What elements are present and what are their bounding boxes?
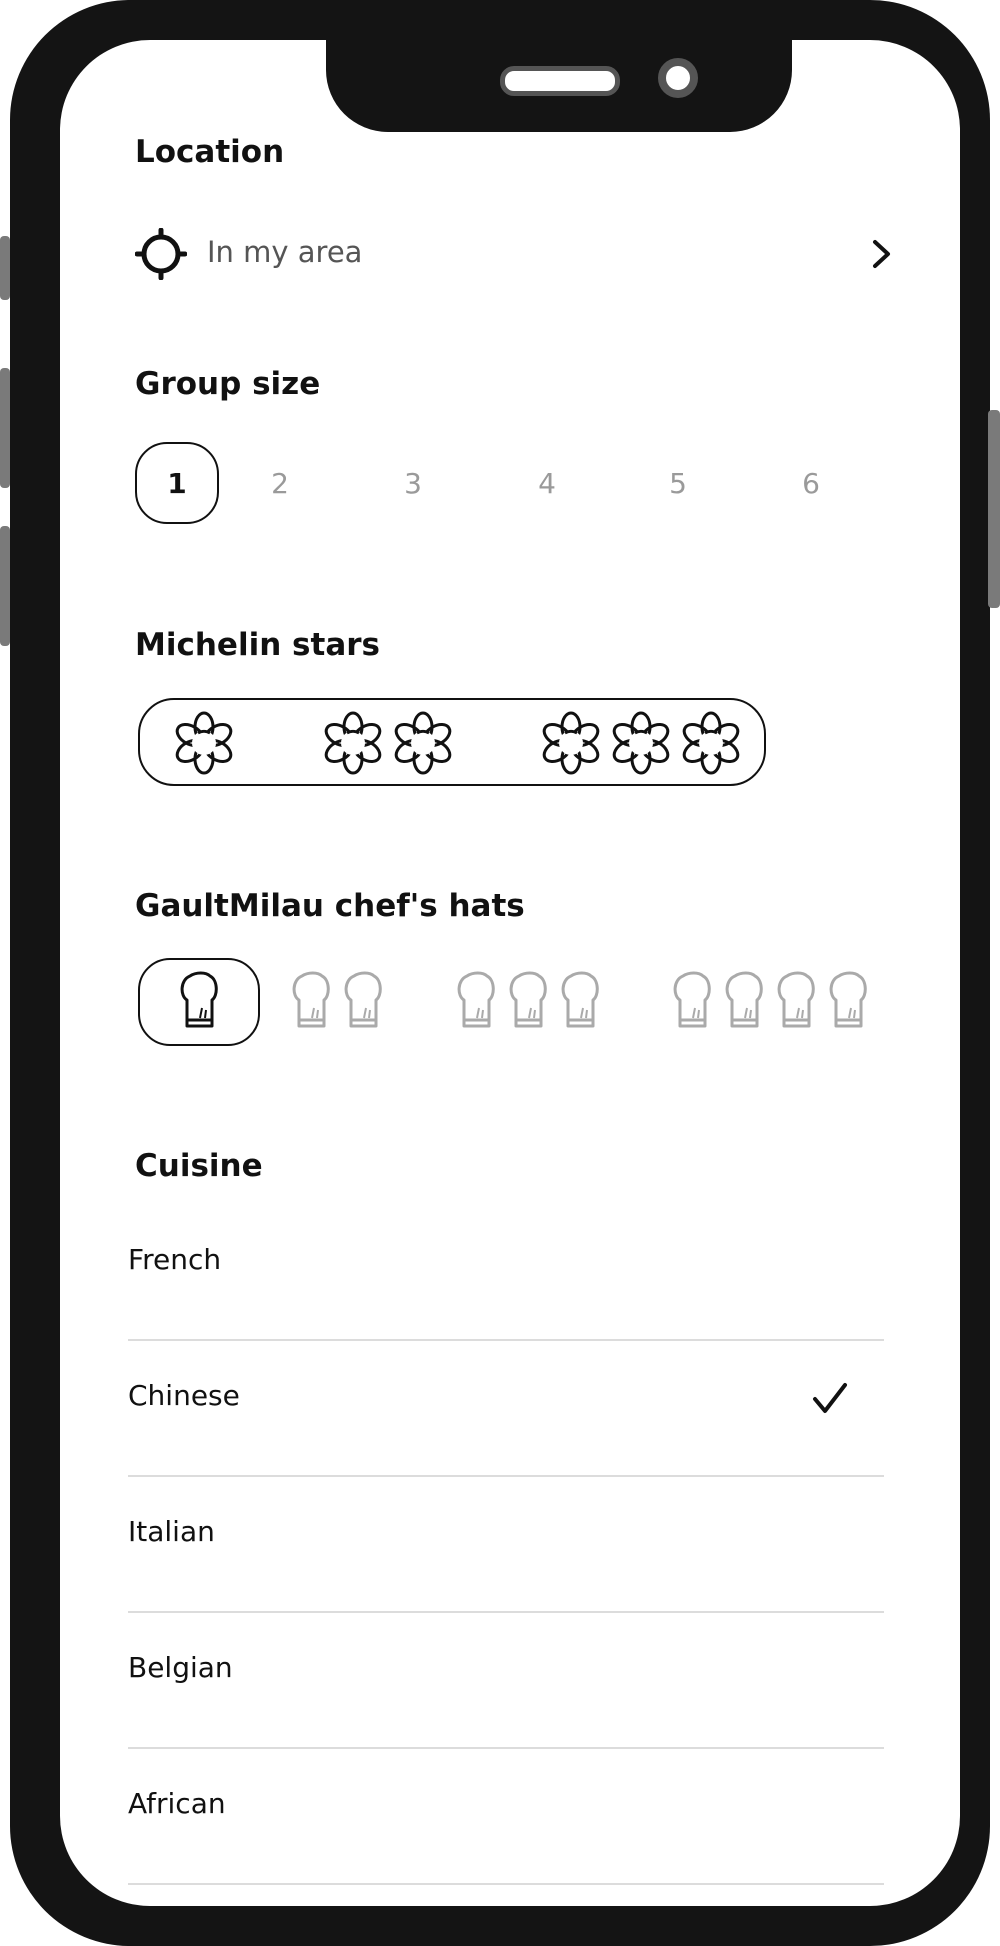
michelin-star-icon: [391, 711, 455, 775]
cuisine-label: Chinese: [128, 1379, 240, 1412]
cuisine-label: French: [128, 1243, 222, 1276]
chevron-right-icon: [873, 240, 890, 268]
michelin-star-icon: [609, 711, 673, 775]
group-size-option[interactable]: 5: [636, 442, 720, 524]
hats-option-2[interactable]: [284, 958, 390, 1046]
group-size-option[interactable]: 1: [135, 442, 219, 524]
chef-hat-icon: [344, 971, 382, 1028]
michelin-stars-selector: [138, 698, 766, 786]
michelin-option-2[interactable]: [320, 710, 456, 776]
cuisine-item-chinese[interactable]: Chinese: [128, 1341, 884, 1477]
location-selector[interactable]: In my area: [135, 218, 895, 288]
cuisine-item-italian[interactable]: Italian: [128, 1477, 884, 1613]
cuisine-label: African: [128, 1787, 226, 1820]
chef-hat-icon: [829, 971, 867, 1028]
chef-hat-icon: [292, 971, 330, 1028]
michelin-star-icon: [172, 711, 236, 775]
michelin-option-1[interactable]: [171, 710, 237, 776]
side-button: [0, 236, 10, 300]
chef-hat-icon: [561, 971, 599, 1028]
chef-hat-icon: [180, 971, 218, 1028]
group-size-option[interactable]: 6: [769, 442, 853, 524]
side-button: [0, 526, 10, 646]
chef-hat-icon: [457, 971, 495, 1028]
group-size-option[interactable]: 3: [371, 442, 455, 524]
chef-hats-selector: [138, 958, 898, 1048]
hats-option-3[interactable]: [450, 958, 606, 1046]
checkmark-icon: [813, 1383, 847, 1413]
screen: Location In my area Group size 1 2 3 4 5…: [60, 40, 960, 1906]
group-size-option[interactable]: 2: [238, 442, 322, 524]
cuisine-list: French Chinese Italian Belgian African: [128, 1243, 884, 1885]
side-button: [0, 368, 10, 488]
gaultmillau-heading: GaultMilau chef's hats: [135, 888, 525, 924]
michelin-star-icon: [321, 711, 385, 775]
location-value: In my area: [207, 235, 363, 269]
speaker: [500, 66, 620, 96]
group-size-heading: Group size: [135, 366, 321, 402]
group-size-option[interactable]: 4: [505, 442, 589, 524]
michelin-heading: Michelin stars: [135, 627, 380, 663]
chef-hat-icon: [673, 971, 711, 1028]
front-camera: [658, 58, 698, 98]
cuisine-item-french[interactable]: French: [128, 1243, 884, 1341]
hats-option-1[interactable]: [138, 958, 260, 1046]
location-heading: Location: [135, 134, 285, 170]
michelin-star-icon: [539, 711, 603, 775]
chef-hat-icon: [777, 971, 815, 1028]
cuisine-item-african[interactable]: African: [128, 1749, 884, 1885]
michelin-star-icon: [679, 711, 743, 775]
notch: [326, 40, 792, 132]
side-button: [988, 410, 1000, 608]
crosshair-icon: [135, 228, 187, 280]
cuisine-label: Italian: [128, 1515, 215, 1548]
michelin-option-3[interactable]: [538, 710, 744, 776]
cuisine-item-belgian[interactable]: Belgian: [128, 1613, 884, 1749]
cuisine-heading: Cuisine: [135, 1148, 263, 1184]
phone-frame: Location In my area Group size 1 2 3 4 5…: [0, 0, 1000, 1946]
chef-hat-icon: [725, 971, 763, 1028]
group-size-selector: 1 2 3 4 5 6: [135, 442, 885, 528]
hats-option-4[interactable]: [666, 958, 874, 1046]
chef-hat-icon: [509, 971, 547, 1028]
cuisine-label: Belgian: [128, 1651, 233, 1684]
